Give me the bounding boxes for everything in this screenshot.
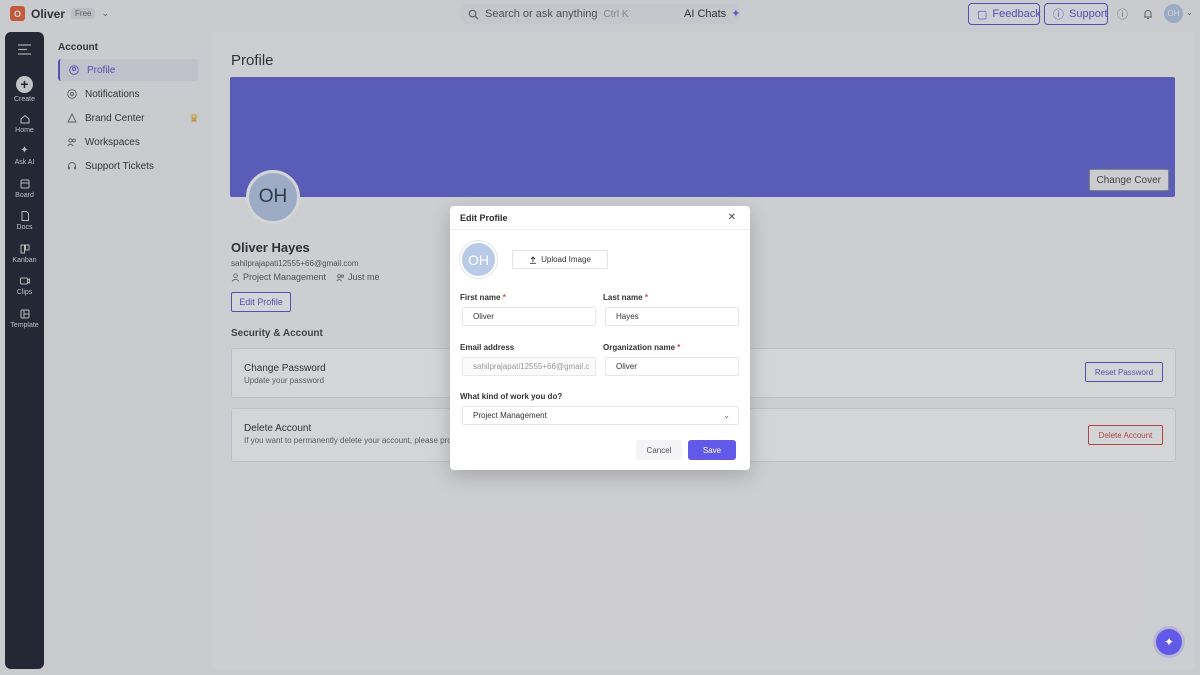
- organization-label: Organization name *: [603, 343, 681, 352]
- organization-field[interactable]: Oliver: [605, 357, 739, 376]
- email-label: Email address: [460, 343, 515, 352]
- last-name-label: Last name *: [603, 293, 648, 302]
- ai-assistant-button[interactable]: ✦: [1156, 629, 1182, 655]
- work-type-select[interactable]: Project Management ⌄: [462, 406, 739, 425]
- email-field[interactable]: sahilprajapati12555+66@gmail.c: [462, 357, 596, 376]
- upload-image-button[interactable]: Upload Image: [512, 250, 608, 269]
- close-icon[interactable]: ✕: [728, 212, 736, 223]
- modal-title: Edit Profile: [460, 213, 508, 223]
- save-button[interactable]: Save: [688, 440, 736, 460]
- sparkle-icon: ✦: [1163, 635, 1175, 649]
- edit-profile-modal: Edit Profile ✕ OH Upload Image First nam…: [450, 206, 750, 470]
- work-type-label: What kind of work you do?: [460, 392, 563, 401]
- first-name-field[interactable]: Oliver: [462, 307, 596, 326]
- modal-avatar: OH: [460, 241, 497, 278]
- cancel-button[interactable]: Cancel: [636, 440, 682, 460]
- work-type-value: Project Management: [473, 411, 547, 420]
- last-name-field[interactable]: Hayes: [605, 307, 739, 326]
- upload-icon: [530, 255, 537, 264]
- modal-header: Edit Profile ✕: [450, 206, 750, 230]
- chevron-down-icon: ⌄: [723, 411, 730, 420]
- first-name-label: First name *: [460, 293, 506, 302]
- upload-label: Upload Image: [541, 255, 591, 264]
